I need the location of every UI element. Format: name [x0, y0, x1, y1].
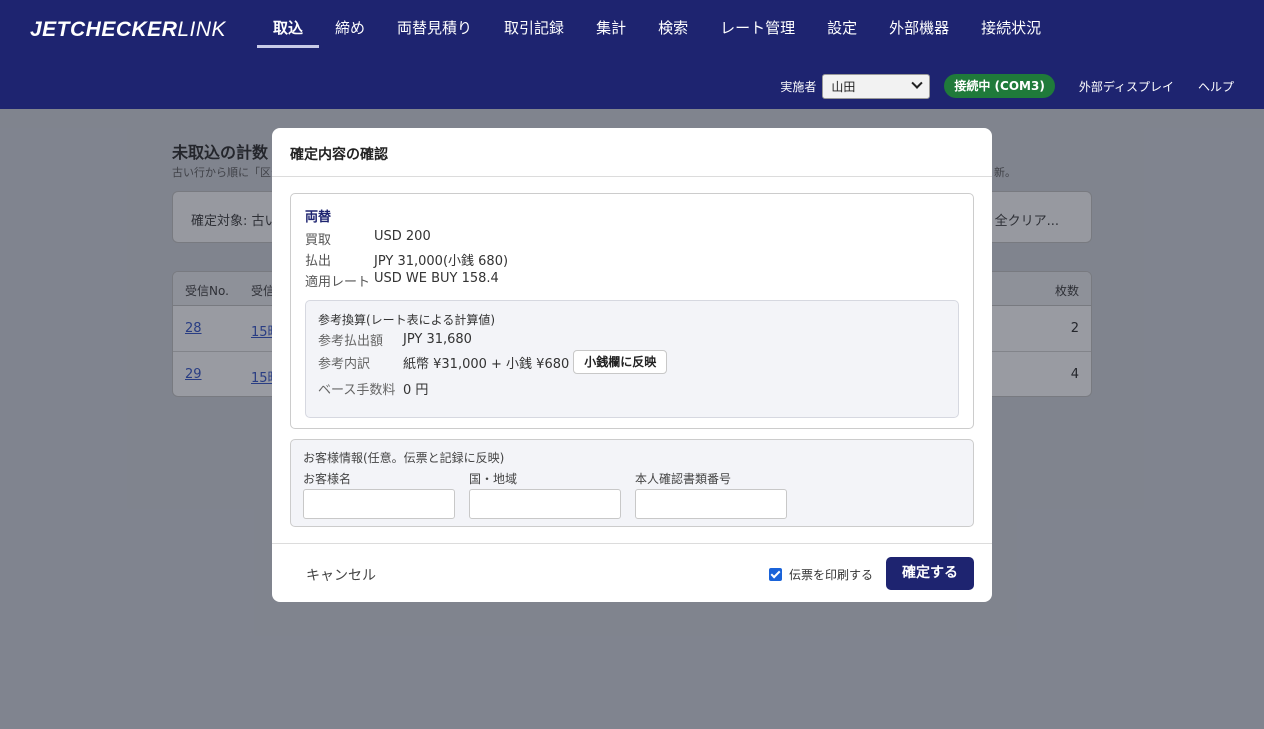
exchange-section-title: 両替: [305, 210, 332, 225]
rate-value: USD WE BUY 158.4: [374, 271, 499, 286]
customer-name-input[interactable]: [303, 489, 455, 519]
nav-item-closing[interactable]: 締め: [319, 8, 381, 48]
pay-value: JPY 31,000(小銭 680): [374, 254, 509, 269]
country-field-group: 国・地域: [469, 470, 621, 519]
nav-item-exchange-estimate[interactable]: 両替見積り: [381, 8, 488, 48]
confirm-button[interactable]: 確定する: [886, 557, 974, 590]
operator-label: 実施者: [780, 79, 817, 94]
ref-breakdown-row: 参考内訳 紙幣 ¥31,000 + 小銭 ¥680 小銭欄に反映: [318, 350, 668, 374]
nav-item-transactions[interactable]: 取引記録: [488, 8, 580, 48]
nav-item-connection-status[interactable]: 接続状況: [965, 8, 1057, 48]
help-link[interactable]: ヘルプ: [1198, 78, 1234, 95]
rate-label: 適用レート: [305, 275, 371, 290]
chevron-down-icon: [911, 77, 924, 89]
checkbox-checked-icon[interactable]: [769, 568, 782, 581]
customer-info-panel: お客様情報(任意。伝票と記録に反映) お客様名 国・地域 本人確認書類番号: [290, 439, 974, 527]
ref-pay-row: 参考払出額 JPY 31,680: [318, 330, 472, 349]
nav-item-rate-management[interactable]: レート管理: [704, 8, 811, 48]
ref-breakdown-value: 紙幣 ¥31,000 + 小銭 ¥680: [403, 356, 570, 372]
ref-breakdown-label: 参考内訳: [318, 356, 371, 372]
ref-pay-label: 参考払出額: [318, 334, 384, 349]
dialog-footer: キャンセル 伝票を印刷する 確定する: [272, 543, 992, 602]
country-label: 国・地域: [469, 472, 518, 486]
dialog-title: 確定内容の確認: [290, 147, 388, 163]
main-nav: 取込 締め 両替見積り 取引記録 集計 検索 レート管理 設定 外部機器 接続状…: [257, 8, 1057, 50]
customer-name-label: お客様名: [303, 472, 352, 486]
confirm-dialog: 確定内容の確認 両替 買取 USD 200 払出 JPY 31,000(小銭 6…: [272, 128, 992, 602]
dialog-header: 確定内容の確認: [272, 128, 992, 177]
id-number-label: 本人確認書類番号: [635, 472, 732, 486]
connection-status-badge: 接続中 (COM3): [944, 74, 1055, 98]
reference-title: 参考換算(レート表による計算値): [318, 313, 496, 327]
nav-item-search[interactable]: 検索: [642, 8, 704, 48]
nav-item-import[interactable]: 取込: [257, 8, 320, 48]
external-display-link[interactable]: 外部ディスプレイ: [1079, 78, 1174, 95]
country-input[interactable]: [469, 489, 621, 519]
nav-item-summary[interactable]: 集計: [580, 8, 642, 48]
operator-select-value: 山田: [831, 79, 856, 94]
id-number-field-group: 本人確認書類番号: [635, 470, 787, 519]
base-fee-value: 0 円: [403, 383, 429, 398]
pay-label: 払出: [305, 254, 332, 269]
base-fee-row: ベース手数料 0 円: [318, 379, 428, 398]
print-slip-label: 伝票を印刷する: [789, 568, 874, 582]
operator-select[interactable]: 山田: [822, 73, 931, 99]
header-subbar: 実施者 山田 接続中 (COM3) 外部ディスプレイ ヘルプ: [780, 73, 1234, 99]
customer-name-field-group: お客様名: [303, 470, 455, 519]
reference-conversion-box: 参考換算(レート表による計算値) 参考払出額 JPY 31,680 参考内訳 紙…: [305, 300, 959, 418]
buy-label: 買取: [305, 233, 332, 248]
cancel-button[interactable]: キャンセル: [306, 565, 376, 585]
reflect-to-coins-button[interactable]: 小銭欄に反映: [573, 350, 668, 374]
base-fee-label: ベース手数料: [318, 383, 396, 398]
logo-bold-text: JETCHECKER: [30, 18, 178, 41]
customer-info-title: お客様情報(任意。伝票と記録に反映): [303, 451, 505, 465]
buy-row: 買取 USD 200: [305, 229, 431, 248]
id-number-input[interactable]: [635, 489, 787, 519]
nav-item-settings[interactable]: 設定: [811, 8, 873, 48]
exchange-summary-panel: 両替 買取 USD 200 払出 JPY 31,000(小銭 680) 適用レー…: [290, 193, 974, 429]
print-slip-checkbox[interactable]: 伝票を印刷する: [769, 566, 873, 583]
logo-thin-text: LINK: [177, 18, 227, 41]
rate-row: 適用レート USD WE BUY 158.4: [305, 271, 499, 290]
pay-row: 払出 JPY 31,000(小銭 680): [305, 250, 508, 269]
nav-item-external-devices[interactable]: 外部機器: [873, 8, 965, 48]
buy-value: USD 200: [374, 229, 431, 244]
ref-pay-value: JPY 31,680: [403, 332, 472, 347]
app-logo: JETCHECKER LINK: [30, 16, 226, 44]
app-header: JETCHECKER LINK 取込 締め 両替見積り 取引記録 集計 検索 レー…: [0, 0, 1264, 109]
